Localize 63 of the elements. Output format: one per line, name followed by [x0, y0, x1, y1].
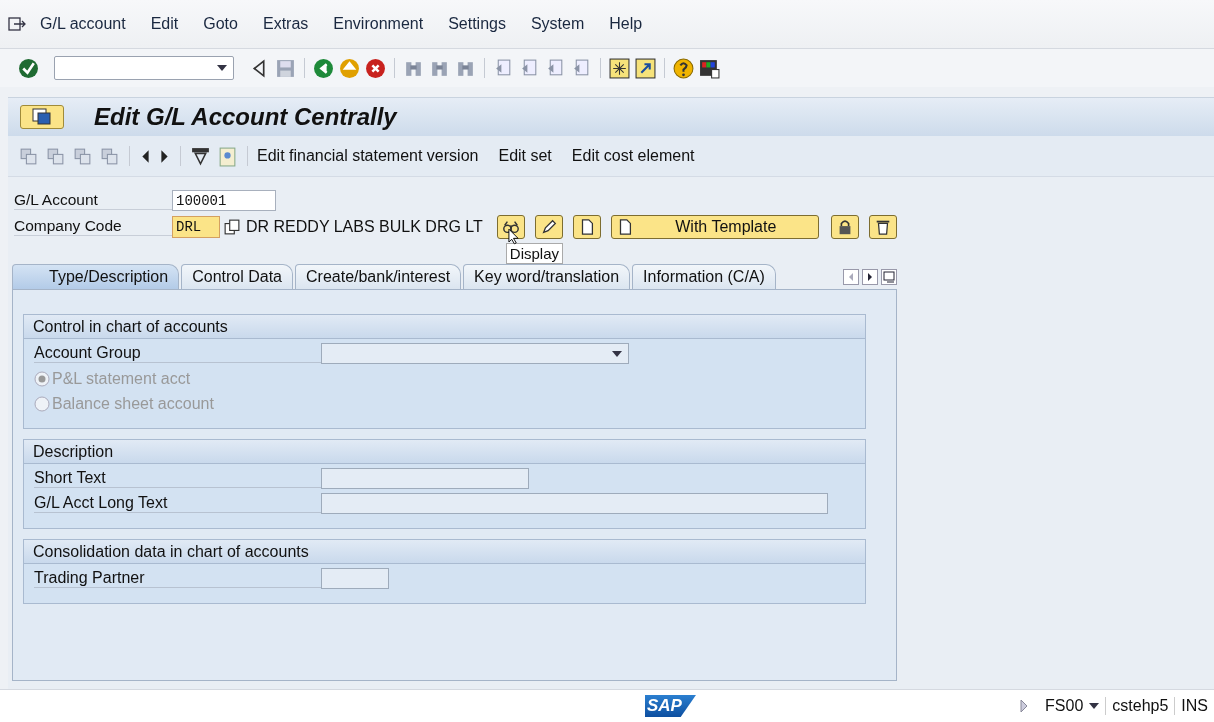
input-field[interactable] — [321, 493, 828, 514]
field-label: Short Text — [34, 469, 321, 488]
server-name: cstehp5 — [1105, 697, 1175, 715]
group-title: Control in chart of accounts — [24, 315, 865, 339]
field-label: Account Group — [34, 344, 321, 363]
new-session-icon[interactable] — [609, 57, 630, 79]
up-icon[interactable] — [339, 57, 360, 79]
group-title: Description — [24, 440, 865, 464]
menu-item[interactable]: Environment — [333, 15, 424, 33]
create-button[interactable] — [572, 214, 601, 239]
tab[interactable]: Control Data — [181, 264, 293, 289]
change-button[interactable] — [534, 214, 563, 239]
dropdown-field[interactable] — [321, 343, 629, 364]
menu-item[interactable]: Extras — [262, 15, 309, 33]
menu-item[interactable]: G/L account — [40, 15, 126, 33]
tooltip: Display — [505, 242, 563, 264]
save-icon[interactable] — [275, 57, 296, 79]
screen-title: Edit G/L Account Centrally — [94, 103, 397, 131]
menu-item[interactable]: Edit — [150, 15, 179, 33]
company-name: DR REDDY LABS BULK DRG LT — [246, 217, 483, 236]
menu-item[interactable]: Goto — [203, 15, 238, 33]
insert-mode: INS — [1174, 697, 1214, 715]
window-icon — [31, 108, 53, 126]
menu-icon[interactable] — [8, 16, 26, 32]
tab[interactable]: Information (C/A) — [632, 264, 776, 289]
dropdown-icon[interactable] — [612, 350, 622, 357]
toolbar-button[interactable]: Edit set — [498, 147, 552, 165]
gl-account-field[interactable]: 100001 — [172, 190, 276, 211]
back-icon[interactable] — [313, 57, 334, 79]
dropdown-icon[interactable] — [217, 65, 227, 71]
pencil-icon — [539, 217, 558, 236]
tab[interactable]: Create/bank/interest — [295, 264, 462, 289]
input-field[interactable] — [321, 468, 529, 489]
input-field[interactable] — [321, 568, 389, 589]
toolbar-button[interactable]: Edit cost element — [571, 147, 695, 165]
field-label: G/L Acct Long Text — [34, 494, 321, 513]
cancel-icon[interactable] — [365, 57, 386, 79]
value-help-icon[interactable] — [224, 218, 240, 235]
menu-item[interactable]: Help — [609, 15, 643, 33]
tab[interactable]: Key word/translation — [463, 264, 631, 289]
dropdown-icon[interactable] — [1089, 703, 1100, 709]
menu-item[interactable]: System — [530, 15, 585, 33]
template-button[interactable]: With Template — [610, 214, 819, 239]
screen-menu-button[interactable] — [20, 105, 64, 129]
enter-icon[interactable] — [18, 57, 39, 79]
toolbar-button[interactable]: Edit financial statement version — [257, 147, 479, 165]
expand-icon[interactable] — [1019, 698, 1030, 714]
layout-icon[interactable] — [699, 57, 720, 79]
scroll-right-icon[interactable] — [862, 269, 878, 285]
help-icon[interactable] — [673, 57, 694, 79]
menu-item[interactable]: Settings — [448, 15, 506, 33]
delete-button[interactable] — [868, 214, 897, 239]
transaction-code[interactable]: FS00 — [1039, 697, 1090, 715]
document-icon[interactable] — [217, 145, 238, 167]
lock-button[interactable] — [830, 214, 859, 239]
mouse-cursor-icon — [507, 227, 519, 245]
shortcut-icon[interactable] — [635, 57, 656, 79]
field-label: Trading Partner — [34, 569, 321, 588]
command-field[interactable] — [54, 56, 234, 80]
company-code-field[interactable]: DRL — [172, 215, 220, 238]
tab[interactable]: Type/Description — [12, 264, 180, 289]
group-title: Consolidation data in chart of accounts — [24, 540, 865, 564]
logo: SAP — [645, 695, 696, 717]
